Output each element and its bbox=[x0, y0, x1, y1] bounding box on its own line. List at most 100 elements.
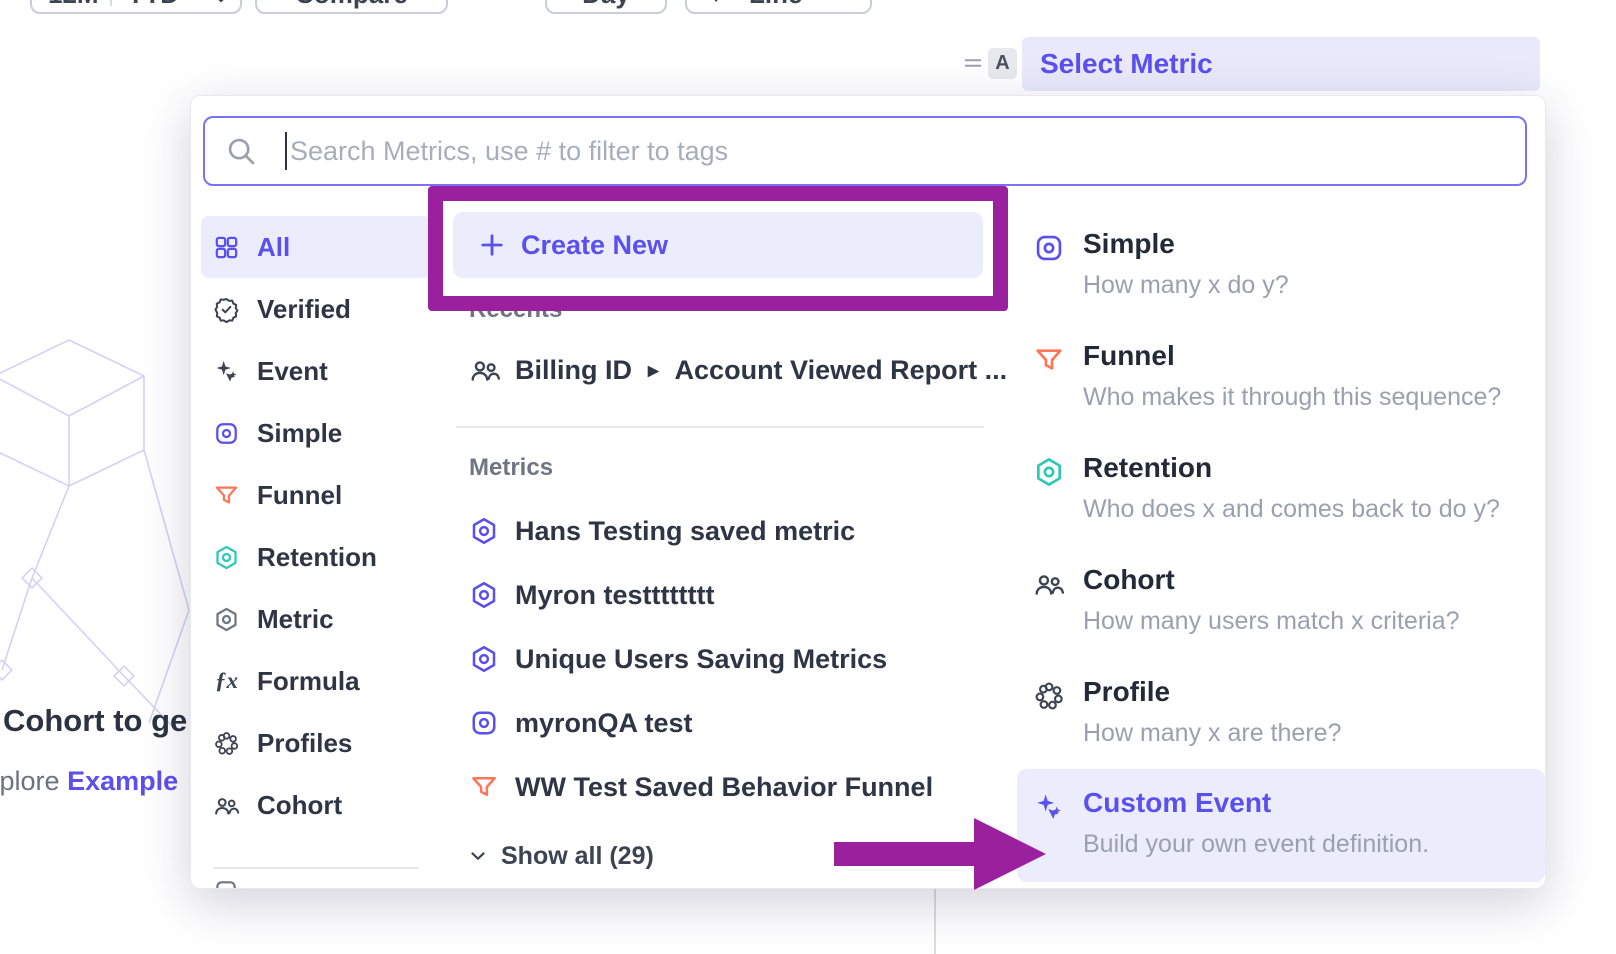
search-box[interactable] bbox=[203, 116, 1527, 186]
sidebar-item-simple[interactable]: Simple bbox=[201, 402, 431, 464]
profiles-flower-icon bbox=[1033, 680, 1065, 712]
custom-event-sparkle-icon bbox=[1033, 791, 1065, 823]
metric-list-item[interactable]: Myron testttttttt bbox=[469, 563, 991, 627]
date-range-button-group[interactable]: 12M YTD bbox=[30, 0, 242, 14]
partial-icon bbox=[213, 878, 239, 889]
metric-label: Myron testttttttt bbox=[515, 580, 714, 611]
metric-list-item[interactable]: WW Test Saved Behavior Funnel bbox=[469, 755, 991, 819]
sidebar-item-metric[interactable]: Metric bbox=[201, 588, 431, 650]
sidebar-item-label: Event bbox=[257, 356, 328, 387]
type-description: Who makes it through this sequence? bbox=[1083, 383, 1501, 412]
funnel-icon bbox=[213, 482, 240, 509]
simple-square-icon bbox=[469, 708, 499, 738]
metrics-header: Metrics bbox=[469, 454, 553, 482]
empty-state-headline: Cohort to ge bbox=[3, 703, 187, 739]
retention-hexagon-icon bbox=[1033, 456, 1065, 488]
event-sparkle-icon bbox=[213, 358, 240, 385]
type-description: How many x are there? bbox=[1083, 719, 1341, 748]
search-input[interactable] bbox=[290, 136, 1525, 167]
recent-source: Billing ID bbox=[515, 355, 632, 386]
sidebar-item-label: Funnel bbox=[257, 480, 342, 511]
sidebar-item-all[interactable]: All bbox=[201, 216, 431, 278]
metric-list-item[interactable]: Hans Testing saved metric bbox=[469, 499, 991, 563]
screen: 12M YTD Compare Day Line A Select Metric… bbox=[0, 0, 1616, 954]
metric-type-simple[interactable]: Simple How many x do y? bbox=[1017, 224, 1545, 336]
sidebar-item-formula[interactable]: ƒx Formula bbox=[201, 650, 431, 712]
sidebar-item-label: Verified bbox=[257, 294, 351, 325]
sidebar-item-retention[interactable]: Retention bbox=[201, 526, 431, 588]
search-icon bbox=[225, 135, 257, 167]
drag-handle-icon[interactable] bbox=[962, 52, 984, 74]
sidebar-item-funnel[interactable]: Funnel bbox=[201, 464, 431, 526]
select-metric-button[interactable]: Select Metric bbox=[1022, 37, 1540, 91]
compare-label: Compare bbox=[257, 0, 446, 10]
profiles-flower-icon bbox=[213, 730, 240, 757]
metric-type-cohort[interactable]: Cohort How many users match x criteria? bbox=[1017, 560, 1545, 672]
sidebar-item-label: Formula bbox=[257, 666, 360, 697]
create-new-button[interactable]: Create New bbox=[453, 212, 983, 278]
example-link[interactable]: Example bbox=[67, 766, 178, 796]
cohort-people-icon bbox=[469, 354, 501, 386]
verified-badge-icon bbox=[213, 296, 240, 323]
type-label: Funnel bbox=[1083, 340, 1175, 372]
cohort-people-icon bbox=[1033, 568, 1065, 600]
metric-type-retention[interactable]: Retention Who does x and comes back to d… bbox=[1017, 448, 1545, 560]
category-sidebar: All Verified Event Simple Funnel Retenti… bbox=[201, 216, 431, 836]
metric-type-funnel[interactable]: Funnel Who makes it through this sequenc… bbox=[1017, 336, 1545, 448]
sidebar-item-partial[interactable] bbox=[213, 878, 239, 889]
simple-square-icon bbox=[213, 420, 240, 447]
show-all-toggle[interactable]: Show all (29) bbox=[467, 836, 654, 876]
type-description: Build your own event definition. bbox=[1083, 830, 1429, 859]
range-ytd-label[interactable]: YTD bbox=[127, 0, 179, 10]
segment-divider bbox=[110, 0, 112, 6]
metric-list-item[interactable]: myronQA test bbox=[469, 691, 991, 755]
sidebar-divider bbox=[213, 867, 419, 869]
sidebar-item-label: Cohort bbox=[257, 790, 342, 821]
sidebar-item-label: Retention bbox=[257, 542, 377, 573]
range-12m-label[interactable]: 12M bbox=[48, 0, 99, 10]
text-cursor bbox=[285, 132, 287, 170]
create-new-label: Create New bbox=[521, 230, 668, 261]
type-label: Custom Event bbox=[1083, 787, 1271, 819]
granularity-label: Day bbox=[547, 0, 665, 10]
recent-event: Account Viewed Report ... bbox=[675, 355, 1008, 386]
chevron-down-icon bbox=[212, 0, 230, 8]
formula-fx-icon: ƒx bbox=[213, 668, 240, 694]
type-label: Profile bbox=[1083, 676, 1170, 708]
compare-button[interactable]: Compare bbox=[255, 0, 448, 14]
type-label: Simple bbox=[1083, 228, 1175, 260]
funnel-icon bbox=[469, 772, 499, 802]
metric-type-custom-event[interactable]: Custom Event Build your own event defini… bbox=[1017, 769, 1545, 882]
sidebar-item-cohort[interactable]: Cohort bbox=[201, 774, 431, 836]
sidebar-item-label: Simple bbox=[257, 418, 342, 449]
recent-item[interactable]: Billing ID ▸ Account Viewed Report ... bbox=[469, 344, 1007, 396]
sidebar-item-label: Metric bbox=[257, 604, 334, 635]
metric-hexagon-purple-icon bbox=[469, 644, 499, 674]
metric-list-item[interactable]: Unique Users Saving Metrics bbox=[469, 627, 991, 691]
metric-label: myronQA test bbox=[515, 708, 693, 739]
metric-label: Unique Users Saving Metrics bbox=[515, 644, 887, 675]
sidebar-item-verified[interactable]: Verified bbox=[201, 278, 431, 340]
type-description: How many x do y? bbox=[1083, 271, 1289, 300]
metric-type-profile[interactable]: Profile How many x are there? bbox=[1017, 672, 1545, 784]
chart-type-button[interactable]: Line bbox=[685, 0, 872, 14]
type-label: Retention bbox=[1083, 452, 1212, 484]
retention-hexagon-icon bbox=[213, 544, 240, 571]
chart-type-label: Line bbox=[749, 0, 802, 10]
metric-label: WW Test Saved Behavior Funnel bbox=[515, 772, 933, 803]
sidebar-item-event[interactable]: Event bbox=[201, 340, 431, 402]
simple-square-icon bbox=[1033, 232, 1065, 264]
panel-divider bbox=[934, 887, 936, 954]
type-description: Who does x and comes back to do y? bbox=[1083, 495, 1500, 524]
sidebar-item-profiles[interactable]: Profiles bbox=[201, 712, 431, 774]
recents-header: Recents bbox=[469, 296, 562, 324]
type-description: How many users match x criteria? bbox=[1083, 607, 1460, 636]
grid-icon bbox=[213, 234, 240, 261]
saved-metrics-list: Hans Testing saved metric Myron testtttt… bbox=[469, 499, 991, 819]
series-letter-badge: A bbox=[988, 48, 1017, 79]
explore-text: xplore bbox=[0, 766, 60, 796]
granularity-button[interactable]: Day bbox=[545, 0, 667, 14]
metric-picker-dialog: All Verified Event Simple Funnel Retenti… bbox=[190, 95, 1546, 889]
funnel-icon bbox=[1033, 344, 1065, 376]
metric-hexagon-purple-icon bbox=[469, 580, 499, 610]
